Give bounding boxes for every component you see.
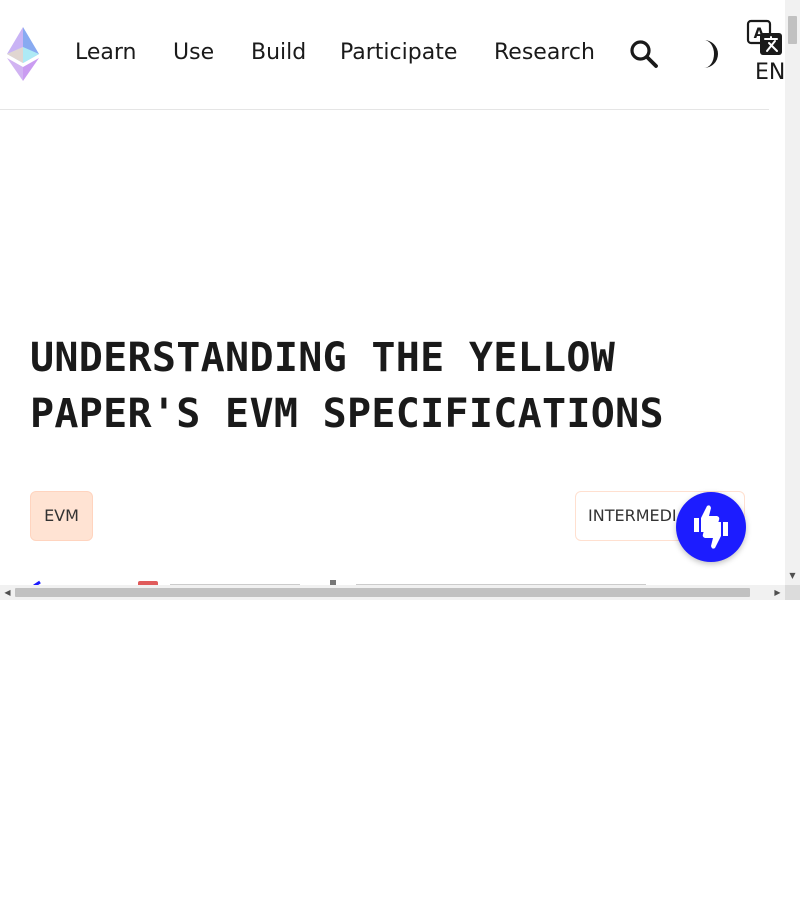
language-label[interactable]: EN xyxy=(755,60,785,86)
nav-link-use[interactable]: Use xyxy=(173,38,214,68)
vertical-scrollbar-thumb[interactable] xyxy=(788,16,797,44)
ethereum-logo-icon[interactable] xyxy=(5,27,41,81)
translate-icon[interactable]: A xyxy=(746,19,784,57)
scroll-left-arrow-icon[interactable]: ◀ xyxy=(0,585,15,600)
search-icon[interactable] xyxy=(628,38,660,70)
nav-link-participate[interactable]: Participate xyxy=(340,38,457,68)
tag-evm[interactable]: EVM xyxy=(30,491,93,541)
nav-link-build[interactable]: Build xyxy=(251,38,306,68)
page-title: UNDERSTANDING THE YELLOW PAPER'S EVM SPE… xyxy=(30,335,664,437)
horizontal-scrollbar-thumb[interactable] xyxy=(15,588,750,597)
feedback-button[interactable] xyxy=(676,492,746,562)
horizontal-scrollbar[interactable]: ◀ ▶ xyxy=(0,585,785,600)
scroll-right-arrow-icon[interactable]: ▶ xyxy=(770,585,785,600)
thumbs-up-down-icon xyxy=(694,505,728,549)
vertical-scrollbar[interactable]: ▼ xyxy=(785,0,800,585)
top-navbar: Learn Use Build Participate Research A E… xyxy=(0,0,785,110)
scrollbar-corner xyxy=(785,585,800,600)
half-moon-icon[interactable] xyxy=(690,38,720,70)
page: Learn Use Build Participate Research A E… xyxy=(0,0,785,585)
article-meta-row xyxy=(30,578,680,585)
nav-link-learn[interactable]: Learn xyxy=(75,38,137,68)
browser-viewport: Learn Use Build Participate Research A E… xyxy=(0,0,800,600)
scroll-down-arrow-icon[interactable]: ▼ xyxy=(785,568,800,583)
nav-link-research[interactable]: Research xyxy=(494,38,595,68)
article-meta-cutoff xyxy=(33,580,646,585)
